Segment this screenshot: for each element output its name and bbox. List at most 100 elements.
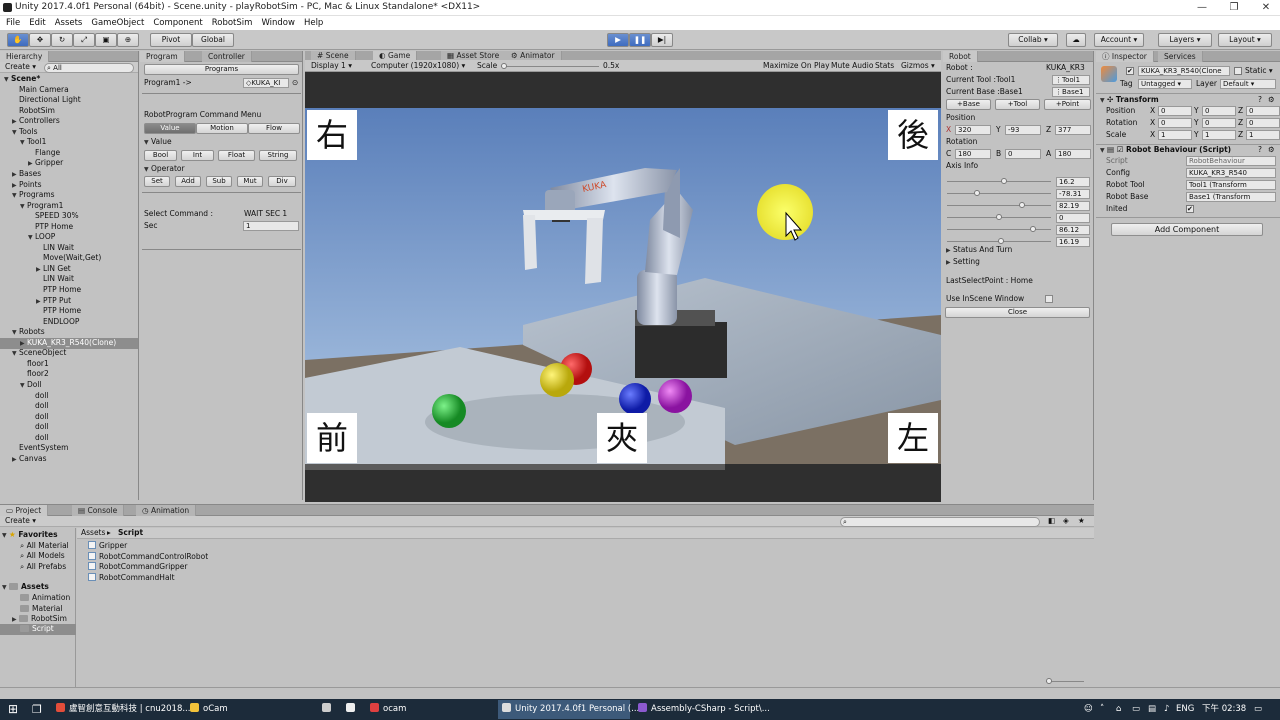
caret-right-icon[interactable]: ▶ — [12, 117, 19, 127]
hand-tool-button[interactable]: ✋ — [7, 33, 29, 47]
robot-base-field[interactable]: Base1 (Transform — [1186, 192, 1276, 202]
tab-project[interactable]: ▭ Project — [0, 505, 49, 516]
script-file-item[interactable]: RobotCommandGripper — [88, 562, 188, 572]
axis-slider-4[interactable] — [947, 214, 1051, 220]
hierarchy-item[interactable]: ▶ Gripper — [0, 158, 138, 169]
add-component-button[interactable]: Add Component — [1111, 223, 1263, 236]
object-picker-icon[interactable]: ⊙ — [292, 78, 298, 88]
use-inscene-window-checkbox[interactable] — [1045, 295, 1053, 303]
close-window-button[interactable]: ✕ — [1250, 0, 1280, 16]
pos-y-input[interactable]: -93 — [1005, 125, 1041, 135]
caret-down-icon[interactable]: ▼ — [12, 191, 19, 201]
script-file-item[interactable]: RobotCommandHalt — [88, 572, 175, 583]
caret-right-icon[interactable]: ▶ — [28, 159, 35, 169]
hierarchy-item[interactable]: ▼ Doll — [0, 380, 138, 391]
hierarchy-create-button[interactable]: Create ▾ — [5, 62, 36, 72]
axis-slider-knob[interactable] — [1018, 202, 1025, 208]
axis-slider-1[interactable] — [947, 178, 1051, 184]
axis-slider-3[interactable] — [947, 202, 1051, 208]
setting-foldout[interactable]: ▶ Setting — [946, 257, 980, 268]
hierarchy-item[interactable]: doll — [0, 412, 138, 422]
mode-flow-tab[interactable]: Flow — [248, 123, 300, 134]
axis-slider-6[interactable] — [947, 238, 1051, 244]
task-doc[interactable] — [342, 700, 362, 719]
hierarchy-item[interactable]: doll — [0, 391, 138, 401]
tab-inspector[interactable]: ⓘ Inspector — [1096, 51, 1154, 62]
tab-game[interactable]: ◐ Game — [373, 51, 418, 60]
axis-value-input[interactable]: -78.31 — [1056, 189, 1090, 199]
axis-slider-knob[interactable] — [1030, 226, 1037, 232]
inited-checkbox[interactable]: ✔ — [1186, 205, 1194, 213]
hierarchy-item[interactable]: ENDLOOP — [0, 317, 138, 327]
game-viewport[interactable]: KUKA 右 後 前 夾 左 — [305, 60, 941, 502]
transform-foldout[interactable]: ▼ ✣ Transform — [1100, 95, 1159, 106]
hierarchy-item[interactable]: Directional Light — [0, 95, 138, 105]
config-field[interactable]: KUKA_KR3_R540 — [1186, 168, 1276, 178]
tab-services[interactable]: Services — [1158, 51, 1203, 62]
value-foldout[interactable]: ▼ Value — [144, 137, 172, 148]
tray-arrow-icon[interactable]: ˄ — [1096, 700, 1110, 719]
hierarchy-item[interactable]: ▼ Tool1 — [0, 137, 138, 148]
folder-material[interactable]: Material — [20, 604, 62, 614]
caret-right-icon[interactable]: ▶ — [12, 455, 19, 465]
mode-value-tab[interactable]: Value — [144, 123, 196, 134]
script-help-icon[interactable]: ? — [1258, 145, 1262, 155]
axis-value-input[interactable]: 16.2 — [1056, 177, 1090, 187]
tab-scene[interactable]: # Scene — [311, 51, 356, 60]
label-right[interactable]: 右 — [307, 110, 357, 160]
menu-gameobject[interactable]: GameObject — [91, 16, 144, 30]
hierarchy-item[interactable]: Move(Wait,Get) — [0, 253, 138, 263]
tab-asset-store[interactable]: ▦ Asset Store — [441, 51, 507, 60]
hierarchy-item[interactable]: Flange — [0, 148, 138, 158]
task-view-button[interactable]: ❐ — [28, 700, 50, 719]
hierarchy-item[interactable]: Main Camera — [0, 85, 138, 95]
hierarchy-item[interactable]: ▶ Canvas — [0, 454, 138, 465]
hierarchy-item[interactable]: ▼ Programs — [0, 190, 138, 201]
menu-assets[interactable]: Assets — [55, 16, 83, 30]
add-base-button[interactable]: +Base — [946, 99, 991, 110]
project-create-button[interactable]: Create ▾ — [5, 516, 36, 526]
layout-dropdown[interactable]: Layout ▾ — [1218, 33, 1272, 47]
label-grip[interactable]: 夾 — [597, 413, 647, 463]
mode-motion-tab[interactable]: Motion — [196, 123, 248, 134]
hierarchy-item[interactable]: ▼ LOOP — [0, 232, 138, 243]
hierarchy-item[interactable]: floor1 — [0, 359, 138, 369]
favorite-star-icon[interactable]: ★ — [1078, 516, 1085, 526]
caret-down-icon[interactable]: ▼ — [20, 138, 27, 148]
transform-tool-button[interactable]: ⊕ — [117, 33, 139, 47]
favorite-all-prefabs[interactable]: ⌕ All Prefabs — [20, 562, 66, 572]
caret-right-icon[interactable]: ▶ — [12, 181, 19, 191]
hierarchy-item[interactable]: ▼ Program1 — [0, 201, 138, 212]
icon-size-slider[interactable] — [1046, 678, 1084, 684]
hierarchy-item[interactable]: ▼ Tools — [0, 127, 138, 138]
transform-settings-icon[interactable]: ⚙ — [1268, 95, 1275, 105]
task-app[interactable] — [318, 700, 338, 719]
hierarchy-item[interactable]: ▶ Points — [0, 180, 138, 191]
caret-down-icon[interactable]: ▼ — [20, 381, 27, 391]
hierarchy-item[interactable]: doll — [0, 401, 138, 411]
layers-dropdown[interactable]: Layers ▾ — [1158, 33, 1212, 47]
static-checkbox[interactable] — [1234, 67, 1242, 75]
current-base-field[interactable]: ⋮Base1 — [1052, 87, 1090, 97]
minimize-button[interactable]: — — [1186, 0, 1218, 16]
hierarchy-item[interactable]: PTP Home — [0, 306, 138, 316]
hierarchy-item[interactable]: PTP Home — [0, 285, 138, 295]
caret-right-icon[interactable]: ▶ — [36, 297, 43, 307]
tab-animator[interactable]: ⚙ Animator — [505, 51, 562, 60]
status-turn-foldout[interactable]: ▶ Status And Turn — [946, 245, 1012, 256]
hierarchy-item[interactable]: LIN Wait — [0, 274, 138, 284]
hierarchy-item[interactable]: ▶ Controllers — [0, 116, 138, 127]
tray-person-icon[interactable]: ☺ — [1080, 700, 1094, 719]
close-button[interactable]: Close — [945, 307, 1090, 318]
hierarchy-search-input[interactable]: ⌕ All — [44, 63, 134, 73]
rect-tool-button[interactable]: ▣ — [95, 33, 117, 47]
add-tool-button[interactable]: +Tool — [995, 99, 1040, 110]
hierarchy-item[interactable]: ▶ LIN Get — [0, 264, 138, 275]
assets-heading[interactable]: ▼ Assets — [2, 582, 49, 593]
pos-x-input[interactable]: 320 — [955, 125, 991, 135]
hierarchy-item[interactable]: LIN Wait — [0, 243, 138, 253]
tab-controller[interactable]: Controller — [202, 51, 252, 62]
hierarchy-item[interactable]: ▶ KUKA_KR3_R540(Clone) — [0, 337, 138, 349]
rotate-tool-button[interactable]: ↻ — [51, 33, 73, 47]
hierarchy-item[interactable]: floor2 — [0, 369, 138, 379]
